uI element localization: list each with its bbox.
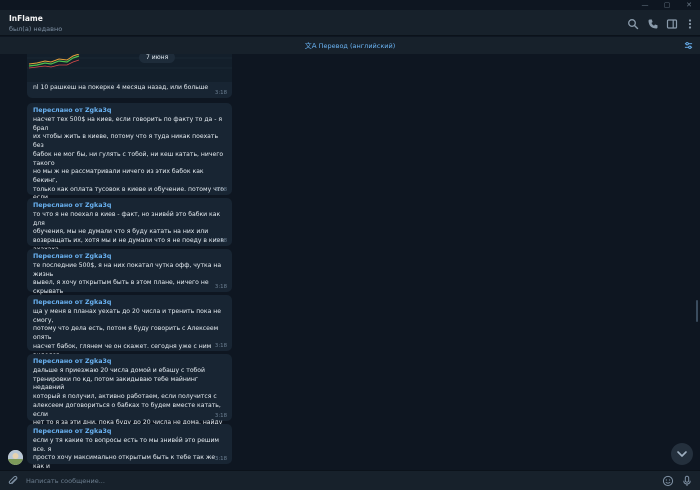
message-bubble[interactable]: Переслано от Zgka3q те последние 500$, я… (27, 249, 232, 313)
emoji-icon[interactable] (662, 475, 674, 487)
chat-header[interactable]: InFlame был(а) недавно (0, 10, 700, 36)
avatar[interactable] (8, 450, 23, 465)
chevron-down-icon (677, 451, 687, 457)
sidebar-toggle-icon[interactable] (666, 18, 678, 30)
forwarded-from[interactable]: Переслано от Zgka3q (33, 253, 226, 260)
microphone-icon[interactable] (681, 475, 693, 487)
image-message[interactable]: 7 июня nl 10 рашкеш на покерке 4 месяца … (27, 54, 232, 98)
forwarded-from[interactable]: Переслано от Zgka3q (33, 428, 226, 435)
chart-thumbnail[interactable] (27, 54, 232, 82)
scroll-down-button[interactable] (671, 443, 693, 465)
chat-title[interactable]: InFlame (9, 14, 43, 23)
message-input[interactable] (26, 474, 626, 487)
message-time: 3:18 (214, 90, 227, 96)
translate-label[interactable]: 文A Перевод (английский) (0, 41, 700, 51)
message-text: то что я не поехал в киев - факт, но зни… (33, 211, 224, 253)
avatar-image (8, 450, 23, 465)
maximize-button[interactable]: ▢ (658, 0, 676, 10)
chat-status: был(а) недавно (9, 25, 63, 33)
message-bubble[interactable]: Переслано от Zgka3q то что я не поехал в… (27, 198, 232, 253)
message-composer (0, 470, 700, 490)
message-bubble[interactable]: Переслано от Zgka3q если у тя какие то в… (27, 424, 232, 470)
translate-icon: 文A (304, 42, 317, 50)
message-time: 3:18 (214, 343, 227, 349)
message-bubble[interactable]: Переслано от Zgka3q ща у меня в планах у… (27, 295, 232, 385)
message-time: 3:18 (214, 187, 227, 193)
more-icon[interactable] (684, 18, 696, 30)
message-bubble[interactable]: Переслано от Zgka3q насчет тех 500$ на к… (27, 103, 232, 245)
message-list[interactable]: 7 июня nl 10 рашкеш на покерке 4 месяца … (0, 54, 700, 470)
message-time: 3:18 (214, 456, 227, 462)
message-text: nl 10 рашкеш на покерке 4 месяца назад, … (33, 84, 209, 91)
forwarded-from[interactable]: Переслано от Zgka3q (33, 299, 226, 306)
scrollbar-thumb[interactable] (696, 300, 698, 322)
message-time: 3:18 (214, 284, 227, 290)
translate-bar[interactable]: 文A Перевод (английский) (0, 37, 700, 54)
attach-icon[interactable] (7, 475, 19, 487)
minimize-button[interactable]: — (636, 0, 654, 10)
message-bubble[interactable]: Переслано от Zgka3q дальше я приезжаю 20… (27, 354, 232, 444)
message-time: 3:18 (214, 413, 227, 419)
forwarded-from[interactable]: Переслано от Zgka3q (33, 107, 226, 114)
forwarded-from[interactable]: Переслано от Zgka3q (33, 358, 226, 365)
message-text: если у тя какие то вопросы есть то мы зн… (33, 437, 220, 470)
window-titlebar: — ▢ ✕ (0, 0, 700, 10)
phone-icon[interactable] (647, 18, 659, 30)
search-icon[interactable] (627, 18, 639, 30)
forwarded-from[interactable]: Переслано от Zgka3q (33, 202, 226, 209)
message-time: 3:18 (214, 238, 227, 244)
date-divider: 7 июня (139, 54, 176, 63)
translate-settings-icon[interactable] (684, 41, 693, 50)
close-button[interactable]: ✕ (680, 0, 698, 10)
